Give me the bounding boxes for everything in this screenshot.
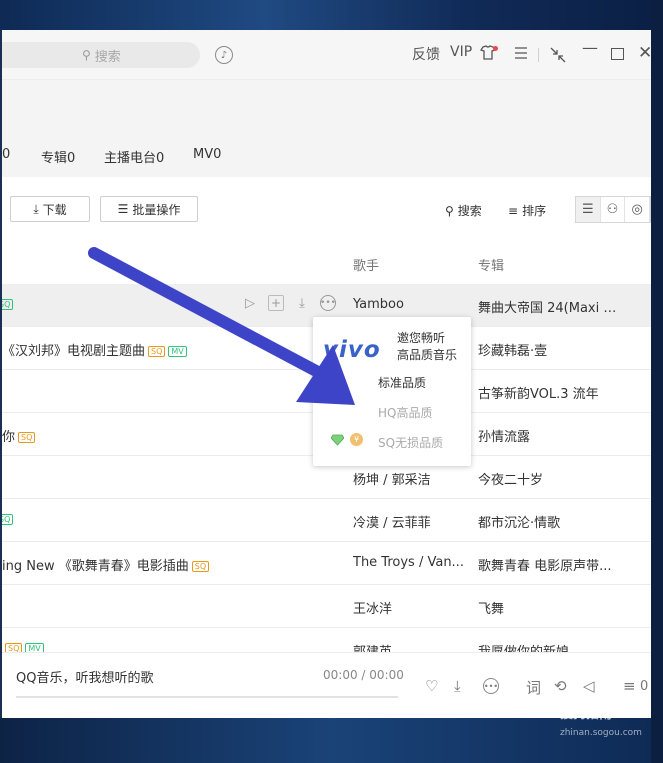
volume-icon[interactable]: ◁ [583, 677, 595, 695]
add-icon[interactable]: + [268, 295, 284, 311]
song-artist[interactable]: The Troys / Van... [353, 555, 465, 570]
mv-badge[interactable]: MV [168, 346, 187, 357]
tagline-line-1: 邀您畅听 [397, 331, 446, 345]
play-icon[interactable]: ▷ [242, 295, 258, 311]
song-artist[interactable]: 杨坤 / 郭采洁 [353, 469, 465, 488]
song-album[interactable]: 今夜二十岁 [478, 469, 624, 488]
row-actions: ▷ + ⤓ ••• [242, 295, 336, 311]
coin-icon: ¥ [350, 433, 363, 446]
song-album[interactable]: 孙情流露 [478, 426, 624, 445]
menu-icon[interactable] [514, 47, 528, 59]
download-button[interactable]: ⤓ 下载 [10, 196, 90, 222]
list-search-button[interactable]: ⚲ 搜索 [445, 202, 482, 219]
playlist-count[interactable]: 0 [640, 679, 648, 694]
sq-badge: SQ [191, 561, 210, 572]
tab-albums[interactable]: 专辑0 [41, 147, 75, 166]
feedback-button[interactable]: 反馈 [412, 44, 440, 64]
titlebar-divider [538, 48, 539, 62]
song-title: 《汉刘邦》电视剧主题曲 SQ MV [2, 340, 342, 359]
desktop-background-top [0, 0, 663, 30]
quality-popup: vivo 邀您畅听 高品质音乐 标准品质 HQ高品质 ¥ SQ无损品质 [313, 317, 471, 466]
view-mode-group: ☰ ⚇ ◎ [575, 196, 651, 223]
download-label: 下载 [42, 202, 67, 217]
diamond-icon [331, 434, 344, 446]
music-note-icon[interactable]: ♪ [215, 46, 233, 64]
song-artist[interactable]: 冷漠 / 云菲菲 [353, 512, 465, 531]
sort-button[interactable]: ≡ 排序 [508, 202, 546, 219]
play-time: 00:00 / 00:00 [323, 668, 404, 682]
vip-button[interactable]: VIP [450, 44, 472, 60]
checklist-icon: ☰ [117, 202, 129, 216]
more-icon[interactable]: ••• [483, 678, 499, 694]
sq-badge: SQ [2, 299, 14, 310]
more-icon[interactable]: ••• [320, 295, 336, 311]
hq-quality-option[interactable]: HQ高品质 [378, 404, 432, 421]
song-title: ing New 《歌舞青春》电影插曲 SQ [2, 555, 342, 574]
song-album[interactable]: 都市沉沦·情歌 [478, 512, 624, 531]
song-album[interactable]: 舞曲大帝国 24(Maxi K... [478, 297, 624, 316]
song-title: 你 SQ [2, 426, 342, 445]
song-album[interactable]: 歌舞青春 电影原声带... [478, 555, 624, 574]
song-album[interactable]: 古筝新韵VOL.3 流年 [478, 383, 624, 402]
notification-dot [493, 46, 498, 51]
close-icon[interactable]: ✕ [638, 43, 651, 63]
search-icon: ⚲ [82, 48, 91, 62]
list-toolbar: ⤓ 下载 ☰ 批量操作 ⚲ 搜索 ≡ 排序 ☰ ⚇ ◎ [2, 177, 651, 241]
table-row[interactable]: 王冰洋 飞舞 [2, 585, 651, 628]
batch-label: 批量操作 [132, 202, 181, 217]
table-row[interactable]: ing New 《歌舞青春》电影插曲 SQ The Troys / Van... … [2, 542, 651, 585]
search-placeholder: 搜索 [94, 49, 121, 65]
tab-songs[interactable]: 0 [2, 147, 10, 162]
tab-radio[interactable]: 主播电台0 [104, 147, 164, 166]
player-bar: QQ音乐，听我想听的歌 00:00 / 00:00 ♡ ⤓ ••• 词 ⟲ ◁ … [2, 652, 651, 718]
search-results-header [2, 80, 651, 177]
lyrics-button[interactable]: 词 [526, 677, 541, 698]
tab-mv[interactable]: MV0 [193, 147, 221, 162]
search-input[interactable]: ⚲ 搜索 [2, 42, 200, 68]
list-search-label: 搜索 [457, 204, 482, 218]
popup-tagline: 邀您畅听 高品质音乐 [397, 330, 469, 364]
tagline-line-2: 高品质音乐 [397, 348, 458, 362]
download-icon: ⤓ [33, 201, 39, 216]
desktop-background-right [651, 0, 663, 763]
column-header-album[interactable]: 专辑 [478, 255, 504, 274]
progress-bar[interactable] [16, 696, 398, 698]
sort-label: 排序 [522, 204, 547, 218]
search-icon: ⚲ [445, 203, 454, 218]
sort-icon: ≡ [508, 203, 519, 218]
table-row[interactable]: SQ 冷漠 / 云菲菲 都市沉沦·情歌 [2, 499, 651, 542]
desktop-background-bottom [0, 718, 663, 763]
standard-quality-option[interactable]: 标准品质 [378, 374, 426, 391]
song-album[interactable]: 飞舞 [478, 598, 624, 617]
column-header-artist[interactable]: 歌手 [353, 255, 379, 274]
album-view-icon[interactable]: ◎ [625, 197, 651, 222]
watermark-url: zhinan.sogou.com [560, 728, 642, 738]
sq-badge: SQ [2, 514, 14, 525]
sq-quality-option[interactable]: SQ无损品质 [378, 434, 443, 451]
song-album[interactable]: 珍藏韩磊·壹 [478, 340, 624, 359]
playlist-icon[interactable]: ≡ [623, 677, 636, 695]
artist-view-icon[interactable]: ⚇ [601, 197, 626, 222]
now-playing-title: QQ音乐，听我想听的歌 [16, 671, 154, 686]
sq-badge: SQ [148, 346, 166, 357]
title-bar: ⚲ 搜索 ♪ 反馈 VIP — ✕ [2, 30, 651, 80]
batch-operation-button[interactable]: ☰ 批量操作 [100, 196, 198, 222]
watermark-text: 搜狗指南 [560, 707, 613, 722]
download-icon[interactable]: ⤓ [294, 295, 310, 311]
download-icon[interactable]: ⤓ [454, 677, 461, 695]
song-artist[interactable]: Yamboo [353, 297, 465, 312]
song-title: SQ [2, 512, 342, 527]
minimize-icon[interactable]: — [582, 38, 598, 57]
loop-icon[interactable]: ⟲ [554, 677, 567, 695]
song-artist[interactable]: 王冰洋 [353, 598, 465, 617]
sq-badge: SQ [18, 432, 36, 443]
qq-music-window: ⚲ 搜索 ♪ 反馈 VIP — ✕ 0 专辑0 主播电台0 MV0 ⤓ 下载 ☰ [2, 30, 651, 718]
maximize-icon[interactable] [611, 48, 624, 60]
like-icon[interactable]: ♡ [425, 677, 438, 695]
vivo-logo: vivo [323, 337, 381, 363]
mini-mode-icon[interactable] [550, 47, 566, 63]
list-view-icon[interactable]: ☰ [576, 197, 601, 222]
